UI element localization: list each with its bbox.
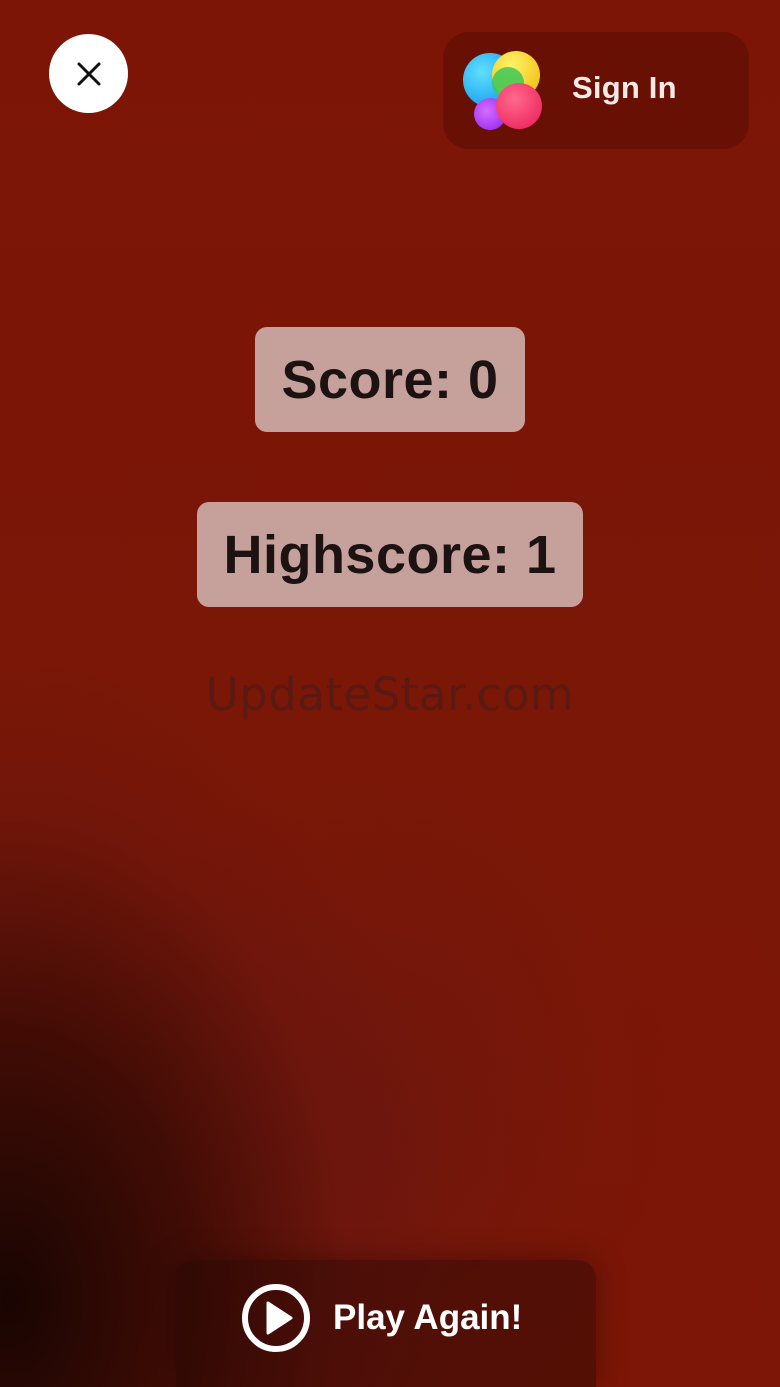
close-icon: [77, 62, 100, 85]
highscore-text: Highscore: 1: [223, 524, 557, 585]
sign-in-label: Sign In: [572, 70, 677, 105]
highscore-display: Highscore: 1: [197, 502, 583, 607]
game-center-icon: [463, 51, 542, 130]
sign-in-button[interactable]: Sign In: [443, 32, 749, 149]
play-circle-icon: [242, 1284, 310, 1352]
watermark: UpdateStar.com: [205, 668, 575, 721]
close-button[interactable]: [49, 34, 128, 113]
score-display: Score: 0: [255, 327, 525, 432]
play-again-label: Play Again!: [333, 1298, 523, 1337]
score-text: Score: 0: [281, 349, 499, 410]
play-again-button[interactable]: Play Again!: [241, 1283, 541, 1353]
